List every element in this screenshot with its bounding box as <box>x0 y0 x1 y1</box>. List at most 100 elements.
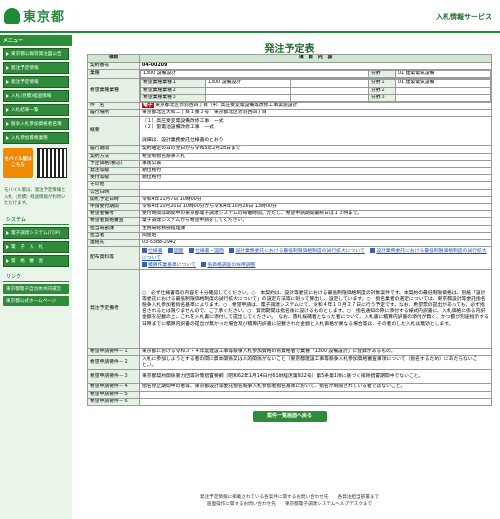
exam-value: 電子調達システムから希望申請をしてください。 <box>139 217 492 226</box>
row-key: 契約番号 <box>87 61 140 71</box>
file-icon <box>142 261 147 267</box>
file-icon <box>142 247 147 253</box>
tokyo-logo-icon <box>4 7 20 24</box>
hope-3-label: 希望業種業種３ <box>140 93 206 102</box>
col-header-item: 項目 <box>87 54 140 63</box>
row-key: 予定価格(税込) <box>87 159 140 169</box>
arrow-icon <box>6 80 9 84</box>
file-icon <box>229 247 235 253</box>
file-icon <box>189 247 195 253</box>
period-value: 契約確定の日の翌日から令和5年2月28日まで <box>139 145 492 154</box>
links-title: リンク <box>3 270 69 282</box>
tel-value: 03-5388-2942 <box>139 239 492 248</box>
mobile-box: モバイル版はこちら <box>3 148 69 182</box>
row-key: 担当者 <box>87 231 140 241</box>
subject-text: 東京都北区赤羽西四丁目（4）高圧受変電設備等改修工事実施設計 <box>155 103 298 109</box>
row-key: 履行期間 <box>87 145 140 154</box>
apply-period-value: 令和4年10月20日 10時00分から令和4年10月26日 13時00分 <box>139 203 492 212</box>
other-value <box>139 181 492 190</box>
sidebar-item-bid-progress[interactable]: 入札(見積)経過情報 <box>3 90 69 102</box>
contract-number: 04-00209 <box>139 61 492 71</box>
qr-code-icon <box>37 148 67 178</box>
sidebar-item-qualification-review[interactable]: 資 格 審 査 <box>3 254 69 267</box>
main-content: 発注予定表 項目項 目 内 容 契約番号 04-00209 業種 1300 設備設… <box>87 34 492 423</box>
sidebar-item-qualification[interactable]: 入札参加資格業務 <box>3 132 69 144</box>
file-icon <box>201 261 207 267</box>
sidebar-item-order-plan-2[interactable]: 発注予定情報 <box>3 76 69 88</box>
summary-line: （２）雷電池設備改修工事 一式 <box>142 125 214 131</box>
row-key: 連絡先 <box>87 239 140 248</box>
field-1-label: 分野１ <box>368 79 396 88</box>
field-2-label: 分野２ <box>368 86 396 95</box>
row-key: 公告日時 <box>87 188 140 197</box>
back-to-list-button[interactable]: 案件一覧画面へ戻る <box>252 411 327 423</box>
system-title: システム <box>3 213 69 225</box>
link-e-gov[interactable]: 東京都電子自治体共同運営 <box>3 283 69 294</box>
order-plan-table: 項目項 目 内 容 契約番号 04-00209 業種 1300 設備設計 分野 01 … <box>87 54 492 407</box>
row-key: 履行場所 <box>87 109 140 118</box>
sidebar-item-procurement-top[interactable]: 電子調達システム(TOP) <box>3 226 69 239</box>
row-key: 件 名 <box>87 102 140 111</box>
business-value: 1300 設備設計 <box>140 70 369 78</box>
row-key: 開札予定日時 <box>87 195 140 205</box>
row-key: 発注等級 <box>87 167 140 176</box>
row-key: 配布資料等 <box>87 246 140 271</box>
col-header-content: 項 目 内 容 <box>139 54 492 63</box>
dist-link[interactable]: 積算作業基準について <box>148 263 196 268</box>
row-key: 受付等級 <box>87 174 140 183</box>
dist-link[interactable]: 設計業務委託における最低制限価格制度の試行拡大について <box>235 249 364 254</box>
field-1-value: 01 建築電気設備 <box>395 79 491 88</box>
sidebar: メニュー 東京都公報等発注図公告 発注予定情報 発注予定情報 入札(見積)経過情… <box>0 34 72 519</box>
notice-date-value <box>139 188 492 197</box>
arrow-icon <box>6 230 9 235</box>
requirement-5-value <box>139 390 492 399</box>
distribution-links: 仕様書 図面 仕様書・図面 設計業務委託における最低制限価格制度の試行拡大につい… <box>139 246 492 271</box>
method-value: 希望制指名競争入札 <box>139 152 492 161</box>
hope-cell: 希望業種業種１ 1300 設備設計 分野１ 01 建築電気設備 希望業種業種２ 分野２ … <box>139 78 492 104</box>
sidebar-item-e-bidding[interactable]: 電 子 入 札 <box>3 240 69 253</box>
row-key: 希望申請要件－５ <box>87 390 140 399</box>
tokyo-logo[interactable]: 東京都 <box>4 6 65 25</box>
field-value: 01 建築電気設備 <box>395 70 491 78</box>
footer: 発注予定情報に掲載されている各案件に関するお問い合わせ先 各発注担当部署まで 画… <box>87 494 492 508</box>
arrow-icon <box>6 52 9 56</box>
place-value: 東京都北区大和二丁目１番３号 東京都北区赤羽西四丁目 <box>139 109 492 118</box>
link-tokyo-official[interactable]: 東京都公式ホームページ <box>3 295 69 306</box>
hope-1-value: 1300 設備設計 <box>205 79 291 88</box>
dist-link[interactable]: 図面 <box>174 249 184 254</box>
person-value: 岡屋昭 <box>139 231 492 241</box>
price-value: 事後公表 <box>139 159 492 169</box>
row-key: 希望者資格審査 <box>87 217 140 226</box>
page-title: 発注予定表 <box>264 44 315 55</box>
sidebar-item-public-notice[interactable]: 東京都公報等発注図公告 <box>3 48 69 60</box>
requirement-6-value <box>139 397 492 407</box>
file-icon <box>167 247 173 253</box>
sidebar-item-order-plan[interactable]: 発注予定情報 <box>3 62 69 74</box>
row-key: 担当局部課 <box>87 224 140 233</box>
hope-2-label: 希望業種業種２ <box>140 86 206 95</box>
header: 東京都 入札情報サービス <box>0 0 500 34</box>
row-key: その他 <box>87 181 140 190</box>
file-icon <box>370 247 376 253</box>
applicant-note-value: 受付時間は期間中の東京都電子調達システムの稼働時間。ただし、希望申請期間最終日は… <box>139 210 492 219</box>
electronic-badge: 電子 <box>142 103 154 109</box>
dist-link[interactable]: 仕様書・図面 <box>195 249 224 254</box>
sidebar-item-bid-results[interactable]: 入札結果一覧 <box>3 104 69 116</box>
dist-link[interactable]: 低価格調査の採用調整 <box>207 263 255 268</box>
logo-text: 東京都 <box>23 10 66 25</box>
row-key: 申請受付期間 <box>87 203 140 212</box>
row-key: 希望者備考 <box>87 210 140 219</box>
header-divider <box>0 31 500 33</box>
section-value: 順位格付 <box>139 167 492 176</box>
arrow-icon <box>6 244 9 249</box>
mobile-button[interactable]: モバイル版はこちら <box>3 148 33 178</box>
row-key: 希望業種業種 <box>87 78 140 104</box>
mobile-note: モバイル版は、発注予定情報と入札（見積）経過情報が利用いただけます。 <box>4 188 66 206</box>
row-key: 希望申請要件－６ <box>87 397 140 407</box>
order-notes-value: ○ 必ず仕様書等の内容を十分確認してください。○ 本契約は、設計等委託における最… <box>139 269 492 350</box>
dist-link[interactable]: 仕様書 <box>148 249 162 254</box>
dept-value: 主税局総務部経理課 <box>139 224 492 233</box>
arrow-icon <box>6 136 9 140</box>
requirement-3-value: 東京都契約関係暴力団等対策措置要綱（昭和62年1月14日付61財経庶第922号）… <box>139 369 492 385</box>
sidebar-item-qualified-list[interactable]: 競争入札参加資格者名簿 <box>3 118 69 130</box>
